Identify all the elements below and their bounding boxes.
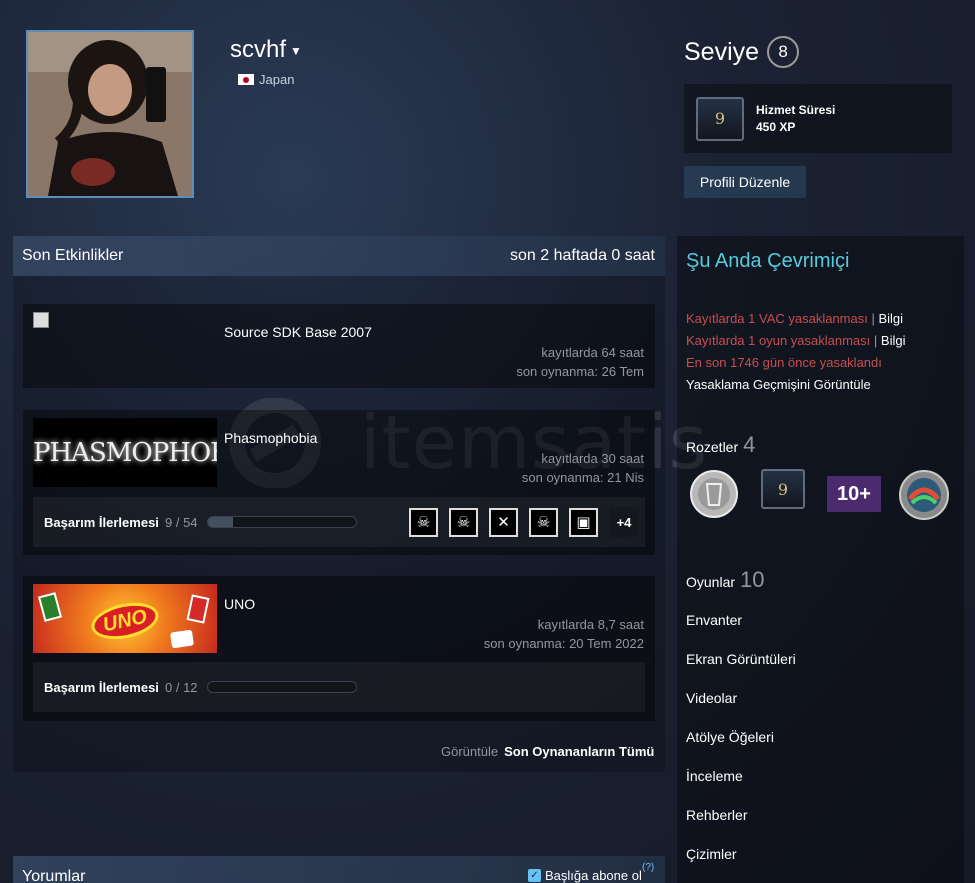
years-of-service-badge-icon[interactable]: 9 — [761, 469, 805, 509]
achievement-progress-fill — [208, 517, 234, 527]
comments-title: Yorumlar — [22, 868, 86, 883]
game-name[interactable]: UNO — [224, 596, 255, 612]
games-count: 10 — [740, 567, 765, 592]
level-section: Seviye 8 — [684, 36, 800, 68]
achievement-icons: ☠ ☠ ✕ ☠ ▣ +4 — [409, 507, 639, 537]
sidebar-link-workshop[interactable]: Atölye Öğeleri — [686, 729, 774, 745]
profile-location: Japan — [238, 72, 294, 87]
ban-history-link[interactable]: Yasaklama Geçmişini Görüntüle — [686, 377, 871, 392]
comments-header: Yorumlar ✓ Başlığa abone ol (?) — [13, 856, 665, 883]
favorite-badge-text: Hizmet Süresi 450 XP — [756, 102, 835, 136]
game-hours: kayıtlarda 8,7 saat — [537, 617, 644, 632]
subscribe-toggle[interactable]: ✓ Başlığa abone ol — [528, 868, 642, 883]
profile-sidebar: Şu Anda Çevrimiçi Kayıtlarda 1 VAC yasak… — [677, 236, 964, 883]
game-card: UNO UNO kayıtlarda 8,7 saat son oynanma:… — [23, 576, 655, 721]
game-capsule-logo: PHASMOPHOBIA — [33, 438, 217, 468]
achievement-progress-track — [207, 516, 357, 528]
achievement-count: 0 / 12 — [165, 679, 198, 695]
achievement-progress-bar[interactable]: Başarım İlerlemesi 9 / 54 ☠ ☠ ✕ ☠ ▣ +4 — [33, 497, 645, 547]
game-last-played: son oynanma: 20 Tem 2022 — [483, 636, 644, 651]
badge-title: Hizmet Süresi — [756, 102, 836, 117]
level-label: Seviye — [684, 37, 760, 66]
years-of-service-badge-icon: 9 — [696, 96, 744, 141]
help-icon[interactable]: (?) — [642, 862, 654, 873]
view-label: Görüntüle — [441, 744, 499, 759]
uno-logo-text: UNO — [100, 605, 149, 636]
game-card: Source SDK Base 2007 kayıtlarda 64 saat … — [23, 304, 655, 388]
recent-activity-panel: Son Etkinlikler son 2 haftada 0 saat Sou… — [13, 236, 665, 772]
card-icon — [169, 629, 195, 649]
skull-achievement-icon[interactable]: ☠ — [449, 507, 478, 537]
level-badge[interactable]: 8 — [767, 36, 800, 68]
game-last-played: son oynanma: 26 Tem — [516, 364, 644, 379]
subscribe-label: Başlığa abone ol — [545, 868, 642, 883]
persona-name-text: scvhf — [230, 36, 287, 63]
recent-activity-header: Son Etkinlikler son 2 haftada 0 saat — [13, 236, 665, 276]
badges-count: 4 — [743, 432, 756, 457]
view-all-recent-link[interactable]: Son Oynananların Tümü — [504, 744, 654, 759]
card-icon — [186, 594, 210, 624]
game-ban-info-link[interactable]: Bilgi — [881, 333, 906, 348]
caret-down-icon[interactable]: ▼ — [290, 44, 302, 58]
japan-flag-icon — [238, 74, 254, 85]
recent-activity-title[interactable]: Son Etkinlikler — [22, 247, 123, 265]
badges-header[interactable]: Rozetler 4 — [686, 432, 755, 458]
game-ban-line: Kayıtlarda 1 oyun yasaklanması | Bilgi — [686, 333, 906, 348]
badges-label: Rozetler — [686, 439, 739, 455]
avatar-photo — [28, 32, 192, 196]
ten-plus-badge-text: 10+ — [837, 482, 871, 505]
online-status: Şu Anda Çevrimiçi — [686, 250, 850, 272]
sidebar-link-guides[interactable]: Rehberler — [686, 807, 747, 823]
silver-harp-badge-icon[interactable] — [689, 469, 739, 524]
badge-xp: 450 XP — [756, 119, 796, 134]
games-header[interactable]: Oyunlar 10 — [686, 567, 765, 593]
game-capsule-image[interactable]: UNO — [33, 584, 217, 653]
game-card: PHASMOPHOBIA Phasmophobia kayıtlarda 30 … — [23, 410, 655, 555]
skull-achievement-icon[interactable]: ☠ — [409, 507, 438, 537]
sidebar-link-inventory[interactable]: Envanter — [686, 612, 742, 628]
edit-profile-button[interactable]: Profili Düzenle — [684, 166, 806, 198]
game-last-played: son oynanma: 21 Nis — [521, 470, 644, 485]
game-name[interactable]: Phasmophobia — [224, 430, 317, 446]
game-collector-badge-icon[interactable] — [898, 469, 950, 526]
achievement-count: 9 / 54 — [165, 514, 198, 530]
vac-ban-info-link[interactable]: Bilgi — [878, 311, 903, 326]
checkbox-checked-icon[interactable]: ✓ — [528, 869, 541, 882]
persona-name[interactable]: scvhf ▼ — [230, 36, 302, 64]
years-badge-number: 9 — [761, 469, 805, 509]
profile-avatar[interactable] — [26, 30, 194, 198]
view-all-recent: Görüntüle Son Oynananların Tümü — [441, 744, 654, 759]
sidebar-link-reviews[interactable]: İnceleme — [686, 768, 743, 784]
vac-ban-text: Kayıtlarda 1 VAC yasaklanması — [686, 311, 868, 326]
skull-achievement-icon[interactable]: ☠ — [529, 507, 558, 537]
sidebar-link-screenshots[interactable]: Ekran Görüntüleri — [686, 651, 796, 667]
achievement-progress-bar[interactable]: Başarım İlerlemesi 0 / 12 — [33, 662, 645, 712]
games-label: Oyunlar — [686, 574, 736, 590]
game-capsule-image[interactable]: PHASMOPHOBIA — [33, 418, 217, 487]
sidebar-link-artwork[interactable]: Çizimler — [686, 846, 737, 862]
card-icon — [37, 592, 63, 622]
camera-skull-achievement-icon[interactable]: ▣ — [569, 507, 598, 537]
achievement-label: Başarım İlerlemesi — [44, 679, 159, 695]
achievement-label: Başarım İlerlemesi — [44, 514, 159, 530]
more-achievements-button[interactable]: +4 — [609, 507, 639, 537]
game-name[interactable]: Source SDK Base 2007 — [224, 324, 372, 340]
uno-logo: UNO — [88, 597, 162, 645]
last-ban-text: En son 1746 gün önce yasaklandı — [686, 355, 882, 370]
broken-image-icon[interactable] — [33, 312, 49, 328]
favorite-badge[interactable]: 9 Hizmet Süresi 450 XP — [684, 84, 952, 153]
recent-activity-summary: son 2 haftada 0 saat — [510, 247, 655, 264]
game-ban-text: Kayıtlarda 1 oyun yasaklanması — [686, 333, 871, 348]
country-name: Japan — [259, 72, 295, 87]
skull-crossbones-achievement-icon[interactable]: ✕ — [489, 507, 518, 537]
ten-plus-badge-icon[interactable]: 10+ — [827, 476, 881, 512]
vac-ban-line: Kayıtlarda 1 VAC yasaklanması | Bilgi — [686, 311, 904, 326]
game-hours: kayıtlarda 30 saat — [541, 451, 644, 466]
sidebar-link-videos[interactable]: Videolar — [686, 690, 737, 706]
game-hours: kayıtlarda 64 saat — [541, 345, 644, 360]
achievement-progress-track — [207, 681, 357, 693]
